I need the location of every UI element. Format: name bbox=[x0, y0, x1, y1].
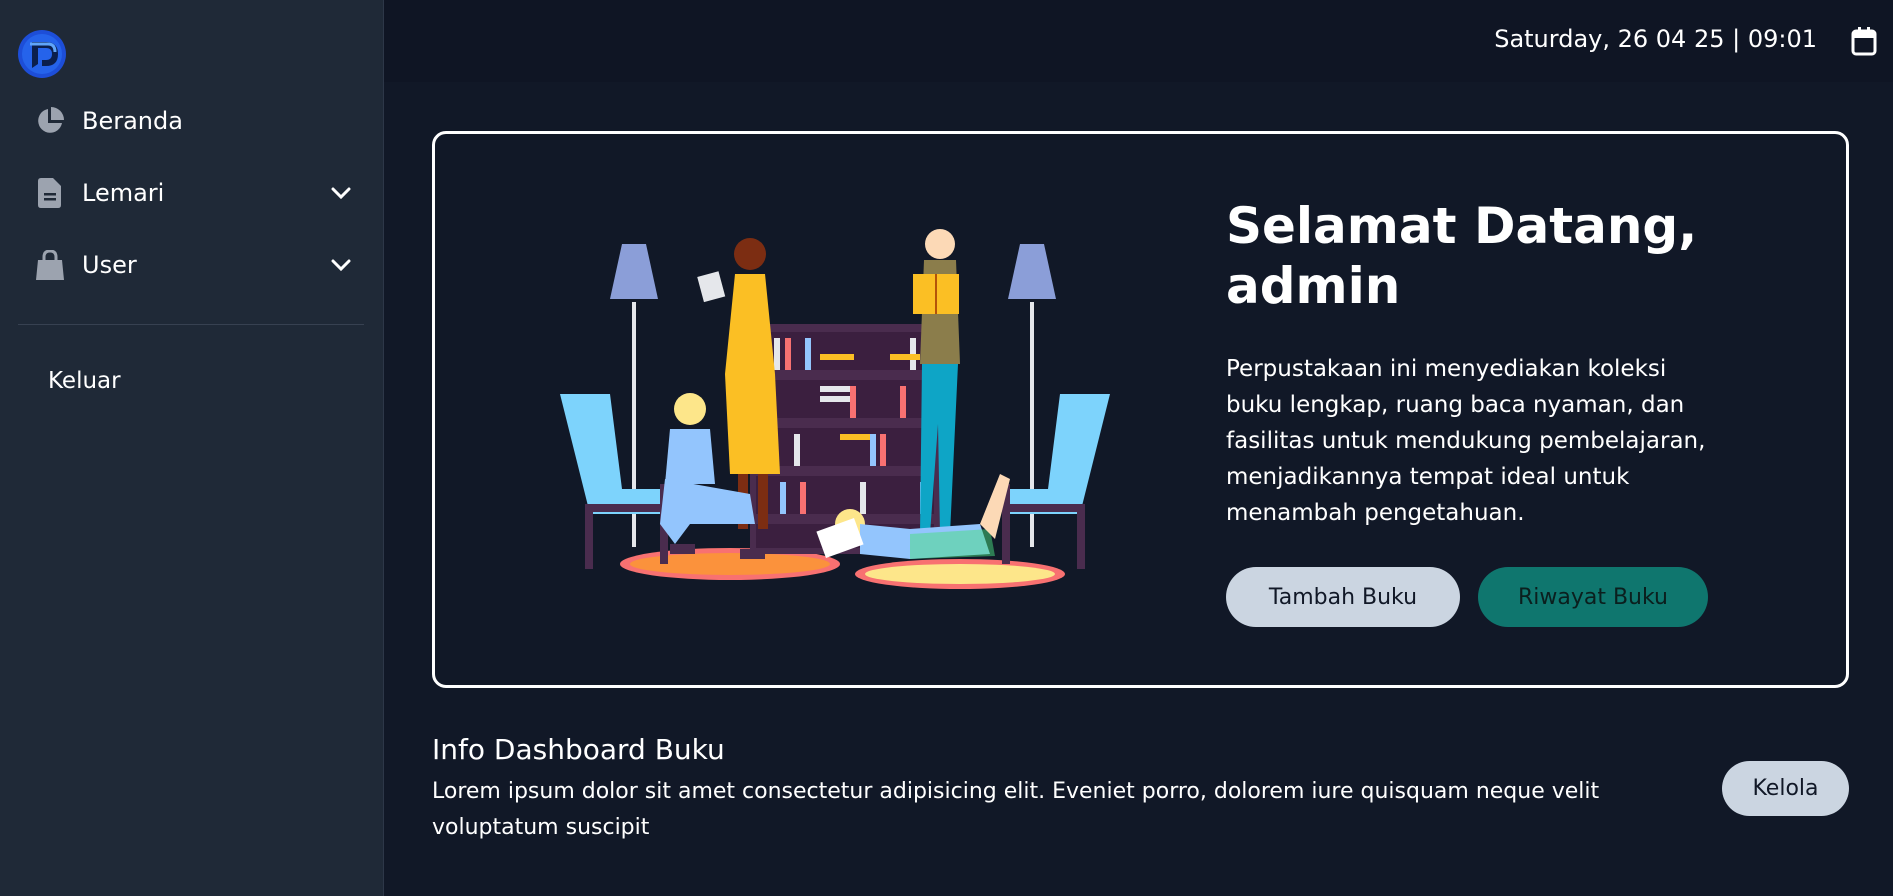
info-section-title: Info Dashboard Buku bbox=[432, 733, 725, 766]
book-history-button[interactable]: Riwayat Buku bbox=[1478, 567, 1708, 627]
bag-icon bbox=[18, 250, 82, 280]
sidebar-divider bbox=[18, 324, 364, 325]
document-icon bbox=[18, 178, 82, 208]
info-section-description: Lorem ipsum dolor sit amet consectetur a… bbox=[432, 779, 1600, 840]
sidebar: Beranda Lemari User Keluar bbox=[0, 0, 384, 896]
library-reading-illustration bbox=[550, 224, 1120, 604]
sidebar-item-label: Beranda bbox=[82, 107, 183, 135]
welcome-title: Selamat Datang, admin bbox=[1226, 196, 1786, 316]
sidebar-item-user[interactable]: User bbox=[18, 237, 366, 293]
chevron-down-icon[interactable] bbox=[326, 186, 356, 200]
manage-button[interactable]: Kelola bbox=[1722, 761, 1849, 816]
app-logo-icon[interactable] bbox=[18, 30, 66, 78]
sidebar-item-label: User bbox=[82, 251, 137, 279]
welcome-card: Selamat Datang, admin Perpustakaan ini m… bbox=[432, 131, 1849, 688]
logout-link[interactable]: Keluar bbox=[48, 368, 121, 394]
calendar-icon[interactable] bbox=[1851, 26, 1877, 56]
chevron-down-icon[interactable] bbox=[326, 258, 356, 272]
sidebar-item-lemari[interactable]: Lemari bbox=[18, 165, 366, 221]
sidebar-item-label: Lemari bbox=[82, 179, 165, 207]
pie-chart-icon bbox=[18, 106, 82, 136]
welcome-title-line: Selamat Datang, bbox=[1226, 197, 1698, 255]
welcome-username: admin bbox=[1226, 257, 1401, 315]
top-bar: Saturday, 26 04 25 | 09:01 bbox=[384, 0, 1893, 82]
welcome-description: Perpustakaan ini menyediakan koleksi buk… bbox=[1226, 356, 1706, 526]
datetime-display: Saturday, 26 04 25 | 09:01 bbox=[1494, 25, 1817, 53]
sidebar-item-beranda[interactable]: Beranda bbox=[18, 93, 366, 149]
add-book-button[interactable]: Tambah Buku bbox=[1226, 567, 1460, 627]
